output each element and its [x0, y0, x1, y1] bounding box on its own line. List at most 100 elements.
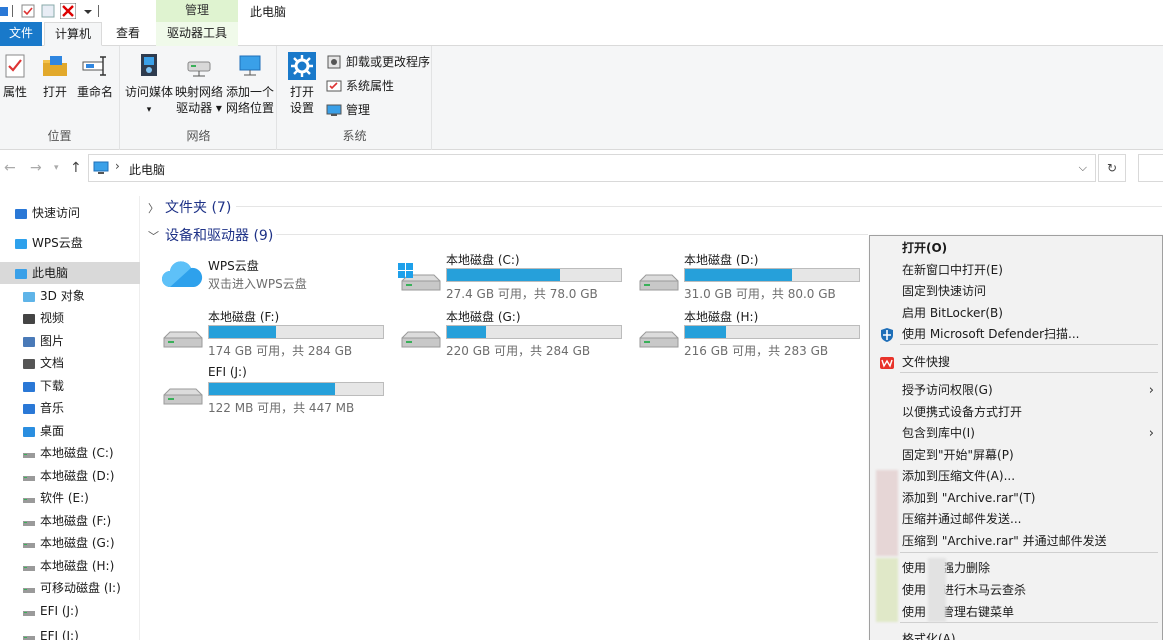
sidebar-item[interactable]: 此电脑 [0, 262, 140, 284]
menu-item[interactable]: 使用 管理右键菜单 [870, 602, 1162, 623]
uninstall-icon [327, 55, 341, 69]
customize-dropdown-icon[interactable] [80, 3, 96, 19]
system-properties-button[interactable]: 系统属性 [326, 76, 394, 96]
sidebar-item[interactable]: 本地磁盘 (G:) [0, 532, 140, 554]
properties-button[interactable]: 属性 [0, 52, 30, 100]
drive-icon [163, 331, 203, 348]
menu-item-label: 压缩并通过邮件发送... [902, 512, 1022, 526]
tab-file[interactable]: 文件 [0, 22, 42, 46]
group-system: 打开 设置 卸载或更改程序 系统属性 管理 系统 [278, 46, 432, 150]
drive-item[interactable]: EFI (J:) 122 MB 可用，共 447 MB [160, 365, 396, 417]
properties-check-icon[interactable] [20, 3, 36, 19]
access-media-button[interactable]: 访问媒体 ▾ [125, 52, 173, 118]
drive-icon [22, 629, 36, 640]
drive-item[interactable]: 本地磁盘 (C:) 27.4 GB 可用，共 78.0 GB [398, 251, 634, 303]
menu-item-label: 使用 [902, 583, 927, 597]
address-dropdown-icon[interactable]: ⌵ [1079, 161, 1087, 175]
wps-cloud-item[interactable]: WPS云盘 双击进入WPS云盘 [160, 257, 396, 309]
sidebar-item[interactable]: 本地磁盘 (H:) [0, 555, 140, 577]
sidebar-item[interactable]: 快速访问 [0, 202, 140, 224]
menu-item-label: 在新窗口中打开(E) [902, 263, 1003, 277]
map-drive-label-1: 映射网络 [175, 85, 224, 99]
menu-item[interactable]: 固定到快速访问 [870, 281, 1162, 302]
sidebar-item[interactable]: 本地磁盘 (D:) [0, 465, 140, 487]
menu-item[interactable]: 启用 BitLocker(B) [870, 303, 1162, 324]
map-network-drive-button[interactable]: 映射网络 驱动器 ▾ [175, 52, 223, 116]
sidebar-item[interactable]: 3D 对象 [0, 285, 140, 307]
add-network-location-button[interactable]: 添加一个 网络位置 [225, 52, 275, 116]
sidebar-item[interactable]: 图片 [0, 330, 140, 352]
drive-space-info: 174 GB 可用，共 284 GB [208, 344, 353, 358]
sidebar-item[interactable]: 音乐 [0, 397, 140, 419]
sidebar-item-label: 可移动磁盘 (I:) [40, 581, 121, 595]
new-folder-icon[interactable] [40, 3, 56, 19]
sidebar-item[interactable]: 本地磁盘 (F:) [0, 510, 140, 532]
address-bar[interactable]: › 此电脑 ⌵ [88, 154, 1096, 182]
sidebar-item[interactable]: EFI (J:) [0, 625, 140, 640]
menu-item[interactable]: 文件快搜 [870, 352, 1162, 373]
sidebar-item[interactable]: 桌面 [0, 420, 140, 442]
drive-item[interactable]: 本地磁盘 (G:) 220 GB 可用，共 284 GB [398, 308, 634, 360]
breadcrumb-this-pc[interactable]: 此电脑 [129, 161, 165, 178]
menu-item-label: 添加到 "Archive.rar"(T) [902, 491, 1036, 505]
menu-item[interactable]: 固定到"开始"屏幕(P) [870, 445, 1162, 466]
drive-usage-bar [446, 325, 622, 339]
context-menu: 打开(O) 在新窗口中打开(E) 固定到快速访问 启用 BitLocker(B) 使用 … [869, 235, 1163, 640]
forward-arrow-icon[interactable]: → [30, 160, 42, 176]
drive-item[interactable]: 本地磁盘 (F:) 174 GB 可用，共 284 GB [160, 308, 396, 360]
wps-cloud-name: WPS云盘 [208, 259, 259, 273]
devices-section-header[interactable]: ﹀ 设备和驱动器 (9) [148, 225, 273, 245]
sidebar-item[interactable]: 下载 [0, 375, 140, 397]
back-arrow-icon[interactable]: ← [4, 160, 16, 176]
sidebar-item[interactable]: 文档 [0, 352, 140, 374]
recent-dropdown-icon[interactable]: ▾ [54, 163, 59, 173]
menu-item[interactable]: 在新窗口中打开(E) [870, 260, 1162, 281]
sidebar-item[interactable]: 可移动磁盘 (I:) [0, 577, 140, 599]
menu-item[interactable]: 添加到压缩文件(A)... [870, 466, 1162, 487]
manage-button[interactable]: 管理 [326, 100, 370, 120]
drive-item[interactable]: 本地磁盘 (D:) 31.0 GB 可用，共 80.0 GB [636, 251, 872, 303]
sidebar-item[interactable]: 软件 (E:) [0, 487, 140, 509]
tab-view[interactable]: 查看 [106, 22, 150, 46]
sidebar-item[interactable]: EFI (J:) [0, 600, 140, 622]
refresh-button[interactable]: ↻ [1098, 154, 1126, 182]
rename-button[interactable]: 重命名 [76, 52, 114, 100]
music-icon [22, 401, 36, 415]
drive-usage-fill [209, 383, 336, 395]
up-arrow-icon[interactable]: ↑ [70, 160, 82, 176]
sidebar-item[interactable]: WPS云盘 [0, 232, 140, 254]
drive-item[interactable]: 本地磁盘 (H:) 216 GB 可用，共 283 GB [636, 308, 872, 360]
submenu-arrow-icon: › [1148, 426, 1154, 441]
menu-item[interactable]: 添加到 "Archive.rar"(T) [870, 488, 1162, 509]
menu-item-label: 使用 Microsoft Defender扫描... [902, 327, 1080, 341]
folders-section-header[interactable]: 〉文件夹 (7) [148, 197, 231, 217]
menu-item[interactable]: 打开(O) [870, 238, 1162, 259]
menu-item[interactable]: 使用 Microsoft Defender扫描... [870, 324, 1162, 345]
open-button[interactable]: 打开 [40, 52, 70, 100]
menu-item[interactable]: 授予访问权限(G) › [870, 380, 1162, 401]
sidebar-item[interactable]: 视频 [0, 307, 140, 329]
network-drive-icon [187, 61, 211, 77]
tab-computer[interactable]: 计算机 [44, 22, 102, 46]
devices-header-label: 设备和驱动器 (9) [165, 228, 274, 244]
uninstall-program-button[interactable]: 卸载或更改程序 [326, 52, 430, 72]
menu-item[interactable]: 以便携式设备方式打开 [870, 402, 1162, 423]
sidebar-item[interactable]: 本地磁盘 (C:) [0, 442, 140, 464]
menu-item[interactable]: 压缩到 "Archive.rar" 并通过邮件发送 [870, 531, 1162, 552]
drive-usage-fill [685, 269, 792, 281]
drive-space-info: 220 GB 可用，共 284 GB [446, 344, 591, 358]
menu-item[interactable]: 格式化(A)... [870, 629, 1162, 640]
menu-item[interactable]: 使用 进行木马云查杀 [870, 580, 1162, 601]
open-settings-button[interactable]: 打开 设置 [286, 52, 318, 116]
menu-item[interactable]: 使用 强力删除 [870, 558, 1162, 579]
menu-item-label: 包含到库中(I) [902, 426, 975, 440]
folder-icon[interactable] [0, 3, 10, 19]
redacted-icon-area [928, 558, 946, 622]
menu-item[interactable]: 包含到库中(I) › [870, 423, 1162, 444]
menu-item[interactable]: 压缩并通过邮件发送... [870, 509, 1162, 530]
delete-x-icon[interactable] [60, 3, 76, 19]
contextual-tab-manage[interactable]: 管理 [156, 0, 238, 22]
search-input[interactable] [1138, 154, 1163, 182]
group-location: 属性 打开 重命名 位置 [0, 46, 120, 150]
sidebar-item-label: 本地磁盘 (F:) [40, 514, 112, 528]
